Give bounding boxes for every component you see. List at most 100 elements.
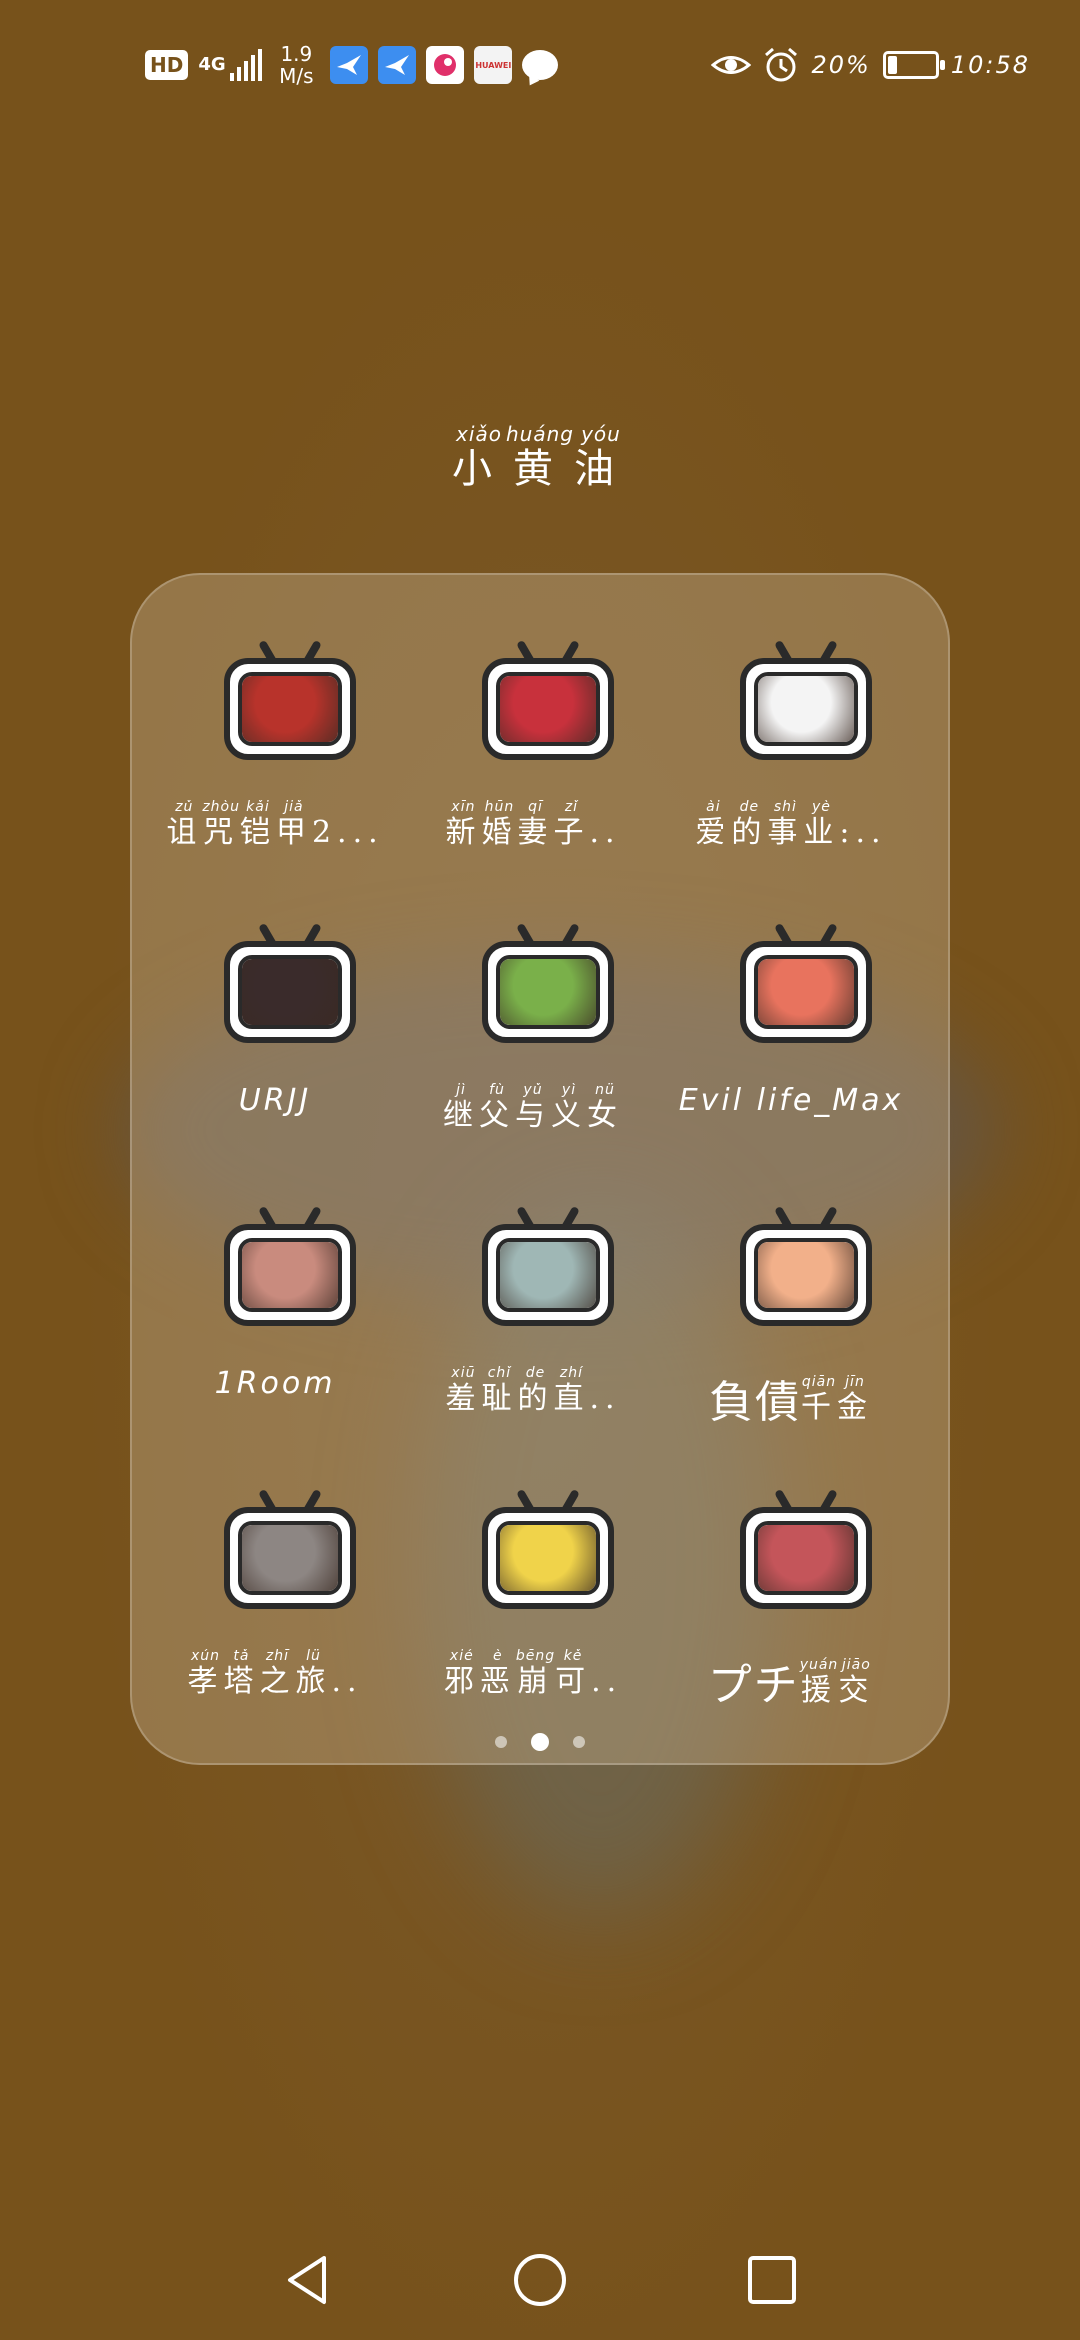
app-icon-1[interactable]: 诅zǔ咒zhòu铠kǎi甲jiǎ2... <box>145 630 405 870</box>
tv-app-icon <box>224 922 356 1043</box>
app-label: 新xīn婚hūn妻qī子zǐ.. <box>403 800 663 851</box>
app-label-pinyin: qiān <box>801 1374 837 1390</box>
app-label-suffix: .. <box>589 815 621 850</box>
app-label-pinyin: de <box>517 1366 554 1381</box>
folder-title-pinyin: yóu <box>573 422 628 446</box>
app-label-pinyin: xiū <box>445 1366 482 1381</box>
app-label-pinyin: bēng <box>515 1649 556 1664</box>
app-label-pinyin: jì <box>443 1083 479 1098</box>
app-icon-6[interactable]: Evil life_Max <box>661 913 921 1153</box>
app-icon-5[interactable]: 继jì父fù与yǔ义yì女nǚ <box>403 913 663 1153</box>
home-screen: HD 4G 1.9 M/s HUAWEI 20% 10:58 小xiǎo黄huá… <box>0 0 1080 2340</box>
bird-app-icon <box>378 46 417 84</box>
tv-app-icon <box>224 1205 356 1326</box>
tv-app-icon <box>482 922 614 1043</box>
tv-app-icon <box>740 1488 872 1609</box>
page-indicator[interactable] <box>0 1733 1080 1751</box>
app-label: Evil life_Max <box>678 1083 904 1118</box>
app-label-suffix: .. <box>591 1664 623 1699</box>
app-label-char: 铠kǎi <box>239 800 276 850</box>
clock: 10:58 <box>950 51 1030 79</box>
app-label-char: 耻chǐ <box>481 1366 518 1416</box>
app-artwork <box>242 1242 338 1308</box>
app-icon-7[interactable]: 1Room <box>145 1196 405 1436</box>
app-label-char: 直zhí <box>553 1366 590 1416</box>
app-label-pinyin: zhī <box>259 1649 296 1664</box>
status-left: HD 4G 1.9 M/s HUAWEI <box>145 40 559 90</box>
app-label-pinyin: jiǎ <box>275 800 312 815</box>
app-label-char: 金jīn <box>837 1374 873 1425</box>
app-label-pinyin: xīn <box>445 800 482 815</box>
app-label-char: 婚hūn <box>481 800 518 850</box>
page-dot[interactable] <box>495 1736 507 1748</box>
app-label-char: 父fù <box>479 1083 515 1133</box>
app-label-pinyin: hūn <box>481 800 518 815</box>
app-label-pinyin: jiāo <box>838 1657 875 1673</box>
app-label-char: 恶è <box>479 1649 516 1699</box>
app-icon-10[interactable]: 孝xún塔tǎ之zhī旅lǚ.. <box>145 1479 405 1719</box>
page-dot[interactable] <box>573 1736 585 1748</box>
app-artwork <box>500 676 596 742</box>
app-label-char: 的de <box>731 800 768 850</box>
app-icon-3[interactable]: 爱ài的de事shì业yè:.. <box>661 630 921 870</box>
home-icon[interactable] <box>510 2250 570 2310</box>
battery-icon <box>882 51 945 79</box>
tv-app-icon <box>482 1488 614 1609</box>
eye-icon <box>711 56 752 74</box>
tv-app-icon <box>740 639 872 760</box>
app-label: 邪xié恶è崩bēng可kě.. <box>403 1649 663 1700</box>
app-label-pinyin: fù <box>479 1083 515 1098</box>
app-artwork <box>758 676 854 742</box>
app-label-char: 旅lǚ <box>295 1649 332 1699</box>
app-label-pinyin: tǎ <box>223 1649 260 1664</box>
app-label-char: 崩bēng <box>515 1649 556 1699</box>
app-icon-9[interactable]: 負債千qiān金jīn <box>661 1196 921 1436</box>
app-icon-2[interactable]: 新xīn婚hūn妻qī子zǐ.. <box>403 630 663 870</box>
app-label-pinyin: ài <box>695 800 732 815</box>
app-artwork <box>758 1242 854 1308</box>
app-artwork <box>500 1525 596 1591</box>
folder-title[interactable]: 小xiǎo黄huáng油yóu <box>0 422 1080 494</box>
app-label: 继jì父fù与yǔ义yì女nǚ <box>403 1083 663 1134</box>
alarm-icon <box>765 47 798 82</box>
app-label-pinyin: jīn <box>837 1374 873 1390</box>
speed-value: 1.9 <box>280 42 313 66</box>
app-icon-4[interactable]: URJJ <box>145 913 405 1153</box>
tv-app-icon <box>740 922 872 1043</box>
app-label-suffix: :.. <box>839 815 887 850</box>
app-label-char: 交jiāo <box>838 1657 875 1708</box>
app-label-char: 义yì <box>551 1083 587 1133</box>
app-label-char: 诅zǔ <box>166 800 203 850</box>
app-label-char: 继jì <box>443 1083 479 1133</box>
status-right: 20% 10:58 <box>711 40 1030 90</box>
page-dot[interactable] <box>531 1733 549 1751</box>
app-label-pinyin: kě <box>555 1649 592 1664</box>
app-label-char: 新xīn <box>445 800 482 850</box>
tv-app-icon <box>482 1205 614 1326</box>
chat-icon <box>522 50 559 80</box>
status-bar: HD 4G 1.9 M/s HUAWEI 20% 10:58 <box>0 0 1080 130</box>
back-icon[interactable] <box>278 2250 338 2310</box>
app-artwork <box>242 959 338 1025</box>
app-label-char: 千qiān <box>801 1374 837 1425</box>
app-icon-8[interactable]: 羞xiū耻chǐ的de直zhí.. <box>403 1196 663 1436</box>
tv-app-icon <box>740 1205 872 1326</box>
app-label: 诅zǔ咒zhòu铠kǎi甲jiǎ2... <box>145 800 405 851</box>
app-label-pinyin: qī <box>517 800 554 815</box>
folder-title-char: 小xiǎo <box>452 422 506 492</box>
app-label-pinyin: zhòu <box>202 800 240 815</box>
app-artwork <box>758 1525 854 1591</box>
folder-title-char: 黄huáng <box>506 422 574 492</box>
recent-apps-icon[interactable] <box>742 2250 802 2310</box>
network-speed: 1.9 M/s <box>272 43 320 87</box>
app-label-pinyin: zǐ <box>553 800 590 815</box>
app-label-suffix: 2... <box>311 815 384 850</box>
app-label-pinyin: de <box>731 800 768 815</box>
app-artwork <box>758 959 854 1025</box>
app-label-pinyin: yuán <box>799 1657 839 1673</box>
app-icon-12[interactable]: プチ援yuán交jiāo <box>661 1479 921 1719</box>
app-icon-11[interactable]: 邪xié恶è崩bēng可kě.. <box>403 1479 663 1719</box>
network-type: 4G <box>198 54 226 75</box>
app-label-pinyin: zhí <box>553 1366 590 1381</box>
app-label-suffix: .. <box>589 1381 621 1416</box>
